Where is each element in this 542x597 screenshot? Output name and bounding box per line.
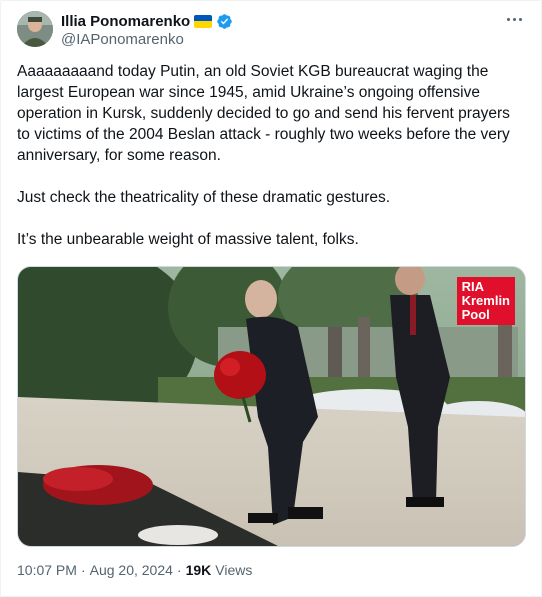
author-name[interactable]: Illia Ponomarenko (61, 13, 190, 30)
tweet-meta: 10:07 PM · Aug 20, 2024 · 19K Views (17, 562, 252, 578)
author-handle[interactable]: @IAPonomarenko (61, 31, 184, 48)
tweet-date: Aug 20, 2024 (89, 562, 173, 578)
video-frame (18, 267, 525, 546)
views-count: 19K (185, 562, 212, 578)
tweet-time-link[interactable]: 10:07 PM (17, 562, 77, 578)
tweet-video[interactable]: RIA Kremlin Pool (17, 266, 526, 547)
tweet-card: Illia Ponomarenko @IAPonomarenko Aaaaaaa… (0, 0, 542, 597)
meta-separator: · (176, 562, 182, 578)
tweet-text: Aaaaaaaaand today Putin, an old Soviet K… (17, 61, 527, 271)
watermark-line: RIA (461, 279, 484, 294)
meta-separator: · (80, 562, 86, 578)
avatar[interactable] (17, 11, 53, 47)
tweet-date-link[interactable]: Aug 20, 2024 (90, 562, 173, 578)
tweet-time: 10:07 PM (17, 562, 77, 578)
tweet-paragraph: Just check the theatricality of these dr… (17, 189, 391, 206)
watermark-line: Kremlin (461, 293, 510, 308)
author-row: Illia Ponomarenko (61, 11, 233, 31)
tweet-paragraph: Aaaaaaaaand today Putin, an old Soviet K… (17, 63, 510, 164)
verified-badge-icon[interactable] (216, 13, 233, 30)
watermark-line: Pool (461, 307, 490, 322)
views-label: Views (215, 562, 253, 578)
tweet-paragraph: It’s the unbearable weight of massive ta… (17, 231, 359, 248)
video-watermark: RIA Kremlin Pool (456, 277, 515, 325)
ukraine-flag-icon (194, 14, 213, 28)
more-options-icon[interactable] (501, 9, 527, 29)
